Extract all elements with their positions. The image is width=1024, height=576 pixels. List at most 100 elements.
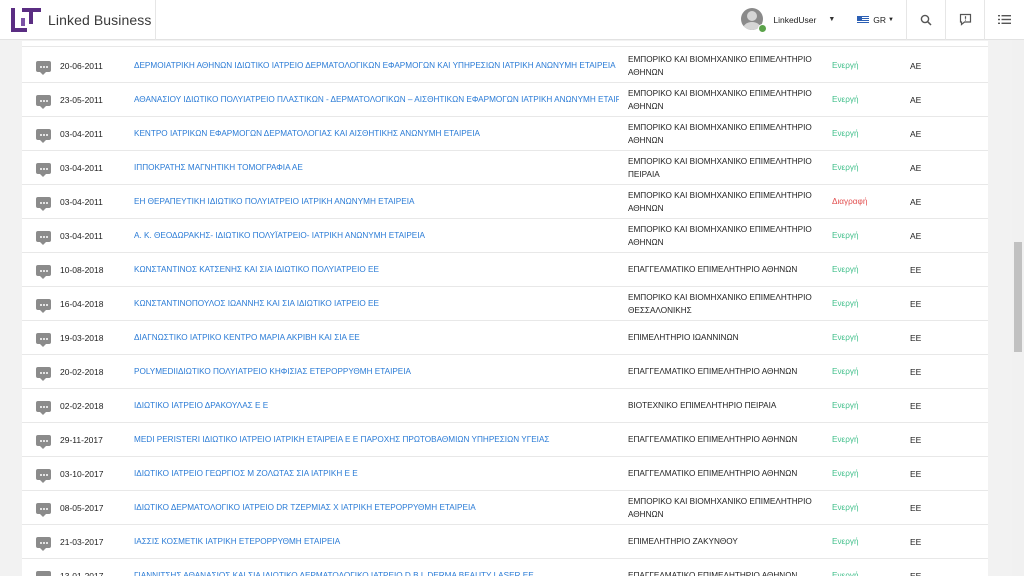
registration-date: 20-02-2018 [60,367,104,377]
status-badge: Ενεργή [832,299,859,308]
table-row: 03-10-2017 ΙΔΙΩΤΙΚΟ ΙΑΤΡΕΙΟ ΓΕΩΡΓΙΟΣ Μ ΖΟ… [22,457,988,491]
company-type: ΕΕ [910,367,922,377]
company-name-link[interactable]: ΔΕΡΜΟΙΑΤΡΙΚΗ ΑΘΗΝΩΝ ΙΔΙΩΤΙΚΟ ΙΑΤΡΕΙΟ ΔΕΡ… [134,49,619,83]
company-name-link[interactable]: ΕΗ ΘΕΡΑΠΕΥΤΙΚΗ ΙΔΙΩΤΙΚΟ ΠΟΛΥΙΑΤΡΕΙΟ ΙΑΤΡ… [134,185,619,219]
chamber-name: ΕΜΠΟΡΙΚΟ ΚΑΙ ΒΙΟΜΗΧΑΝΙΚΟ ΕΠΙΜΕΛΗΤΗΡΙΟ ΠΕ… [628,156,812,180]
company-name-link[interactable]: ΙΔΙΩΤΙΚΟ ΙΑΤΡΕΙΟ ΓΕΩΡΓΙΟΣ Μ ΖΟΛΩΤΑΣ ΣΙΑ … [134,457,619,491]
chamber-name: ΕΜΠΟΡΙΚΟ ΚΑΙ ΒΙΟΜΗΧΑΝΙΚΟ ΕΠΙΜΕΛΗΤΗΡΙΟ ΑΘ… [628,54,812,78]
table-row: 29-11-2017 MEDI PERISTERI ΙΔΙΩΤΙΚΟ ΙΑΤΡΕΙ… [22,423,988,457]
company-name-link[interactable]: ΙΔΙΩΤΙΚΟ ΙΑΤΡΕΙΟ ΔΡΑΚΟΥΛΑΣ Ε Ε [134,389,619,423]
comment-icon[interactable] [36,61,51,75]
status-badge: Ενεργή [832,129,859,138]
registration-date: 03-10-2017 [60,469,104,479]
chamber-name: ΕΜΠΟΡΙΚΟ ΚΑΙ ΒΙΟΜΗΧΑΝΙΚΟ ΕΠΙΜΕΛΗΤΗΡΙΟ ΑΘ… [628,122,812,146]
company-name-link[interactable]: Α. Κ. ΘΕΟΔΩΡΑΚΗΣ- ΙΔΙΩΤΙΚΟ ΠΟΛΥΪΑΤΡΕΙΟ- … [134,219,619,253]
table-row: 03-04-2011 ΙΠΠΟΚΡΑΤΗΣ ΜΑΓΝΗΤΙΚΗ ΤΟΜΟΓΡΑΦΙ… [22,151,988,185]
chamber-name: ΕΜΠΟΡΙΚΟ ΚΑΙ ΒΙΟΜΗΧΑΝΙΚΟ ΕΠΙΜΕΛΗΤΗΡΙΟ ΑΘ… [628,496,812,520]
comment-icon[interactable] [36,503,51,517]
company-name-link[interactable]: ΚΩΝΣΤΑΝΤΙΝΟΣ ΚΑΤΣΕΝΗΣ ΚΑΙ ΣΙΑ ΙΔΙΩΤΙΚΟ Π… [134,253,619,287]
app-name: Linked Business [48,11,152,28]
company-type: ΕΕ [910,265,922,275]
registration-date: 13-01-2017 [60,571,104,576]
search-button[interactable] [907,0,946,40]
registration-date: 03-04-2011 [60,163,103,173]
language-selector[interactable]: GR ▼ [847,0,907,40]
user-menu[interactable]: LinkedUser ▼ [741,0,847,40]
company-name-link[interactable]: POLYMEDIΙΔΙΩΤΙΚΟ ΠΟΛΥΙΑΤΡΕΙΟ ΚΗΦΙΣΙΑΣ ΕΤ… [134,355,619,389]
comment-icon[interactable] [36,435,51,449]
chamber-name: ΕΠΑΓΓΕΛΜΑΤΙΚΟ ΕΠΙΜΕΛΗΤΗΡΙΟ ΑΘΗΝΩΝ [628,367,798,377]
comment-icon[interactable] [36,299,51,313]
registration-date: 16-04-2018 [60,299,104,309]
company-name-link[interactable]: ΔΙΑΓΝΩΣΤΙΚΟ ΙΑΤΡΙΚΟ ΚΕΝΤΡΟ ΜΑΡΙΑ ΑΚΡΙΒΗ … [134,321,619,355]
company-name-link[interactable]: ΙΠΠΟΚΡΑΤΗΣ ΜΑΓΝΗΤΙΚΗ ΤΟΜΟΓΡΑΦΙΑ ΑΕ [134,151,619,185]
status-badge: Ενεργή [832,95,859,104]
status-badge: Ενεργή [832,435,859,444]
search-icon [920,14,932,26]
comment-icon[interactable] [36,265,51,279]
table-row: 03-04-2011 ΕΗ ΘΕΡΑΠΕΥΤΙΚΗ ΙΔΙΩΤΙΚΟ ΠΟΛΥΙΑ… [22,185,988,219]
registration-date: 03-04-2011 [60,231,103,241]
registration-date: 21-03-2017 [60,537,104,547]
registration-date: 19-03-2018 [60,333,104,343]
company-type: ΑΕ [910,95,922,105]
table-row: 03-04-2011 Α. Κ. ΘΕΟΔΩΡΑΚΗΣ- ΙΔΙΩΤΙΚΟ ΠΟΛ… [22,219,988,253]
company-name-link[interactable]: ΙΔΙΩΤΙΚΟ ΔΕΡΜΑΤΟΛΟΓΙΚΟ ΙΑΤΡΕΙΟ DR ΤΖΕΡΜΙ… [134,491,619,525]
registration-date: 08-05-2017 [60,503,104,513]
comment-icon[interactable] [36,197,51,211]
scrollbar-thumb[interactable] [1014,242,1022,352]
table-row: 21-03-2017 ΙΑΣΣΙΣ ΚΟΣΜΕΤΙΚ ΙΑΤΡΙΚΗ ΕΤΕΡΟΡ… [22,525,988,559]
chamber-name: ΕΠΙΜΕΛΗΤΗΡΙΟ ΖΑΚΥΝΘΟΥ [628,537,738,547]
comment-icon[interactable] [36,571,51,576]
avatar [741,7,768,33]
status-badge: Ενεργή [832,163,859,172]
company-name-link[interactable]: ΙΑΣΣΙΣ ΚΟΣΜΕΤΙΚ ΙΑΤΡΙΚΗ ΕΤΕΡΟΡΡΥΘΜΗ ΕΤΑΙ… [134,525,619,559]
company-name-link[interactable]: ΑΘΑΝΑΣΙΟΥ ΙΔΙΩΤΙΚΟ ΠΟΛΥΙΑΤΡΕΙΟ ΠΛΑΣΤΙΚΩΝ… [134,83,619,117]
company-type: ΕΕ [910,537,922,547]
table-row: 23-05-2011 ΑΘΑΝΑΣΙΟΥ ΙΔΙΩΤΙΚΟ ΠΟΛΥΙΑΤΡΕΙΟ… [22,83,988,117]
company-type: ΑΕ [910,163,922,173]
company-type: ΕΕ [910,469,922,479]
status-badge: Ενεργή [832,265,859,274]
chamber-name: ΕΜΠΟΡΙΚΟ ΚΑΙ ΒΙΟΜΗΧΑΝΙΚΟ ΕΠΙΜΕΛΗΤΗΡΙΟ ΑΘ… [628,88,812,112]
status-badge: Διαγραφή [832,197,868,206]
registration-date: 20-06-2011 [60,61,103,71]
company-name-link[interactable]: MEDI PERISTERI ΙΔΙΩΤΙΚΟ ΙΑΤΡΕΙΟ ΙΑΤΡΙΚΗ … [134,423,619,457]
table-row: 13-01-2017 ΓΙΑΝΝΙΤΣΗΣ ΑΘΑΝΑΣΙΟΣ ΚΑΙ ΣΙΑ Ι… [22,559,988,576]
user-name: LinkedUser [773,14,817,25]
comment-icon[interactable] [36,333,51,347]
comment-icon[interactable] [36,401,51,415]
comment-icon[interactable] [36,95,51,109]
logo-mark-icon [11,7,41,32]
registration-date: 03-04-2011 [60,197,103,207]
table-row: 16-04-2018 ΚΩΝΣΤΑΝΤΙΝΟΠΟΥΛΟΣ ΙΩΑΝΝΗΣ ΚΑΙ … [22,287,988,321]
comment-icon[interactable] [36,163,51,177]
company-name-link[interactable]: ΚΕΝΤΡΟ ΙΑΤΡΙΚΩΝ ΕΦΑΡΜΟΓΩΝ ΔΕΡΜΑΤΟΛΟΓΙΑΣ … [134,117,619,151]
company-type: ΑΕ [910,231,922,241]
comment-icon[interactable] [36,367,51,381]
status-badge: Ενεργή [832,571,859,576]
company-type: ΕΕ [910,333,922,343]
company-type: ΑΕ [910,197,922,207]
status-badge: Ενεργή [832,367,859,376]
comment-icon[interactable] [36,537,51,551]
company-name-link[interactable]: ΚΩΝΣΤΑΝΤΙΝΟΠΟΥΛΟΣ ΙΩΑΝΝΗΣ ΚΑΙ ΣΙΑ ΙΔΙΩΤΙ… [134,287,619,321]
table-row-partial [22,41,988,47]
registration-date: 29-11-2017 [60,435,103,445]
table-row: 03-04-2011 ΚΕΝΤΡΟ ΙΑΤΡΙΚΩΝ ΕΦΑΡΜΟΓΩΝ ΔΕΡΜ… [22,117,988,151]
scrollbar[interactable] [1012,40,1024,576]
chamber-name: ΒΙΟΤΕΧΝΙΚΟ ΕΠΙΜΕΛΗΤΗΡΙΟ ΠΕΙΡΑΙΑ [628,401,777,411]
comment-icon[interactable] [36,129,51,143]
registration-date: 02-02-2018 [60,401,104,411]
comment-icon[interactable] [36,231,51,245]
chevron-down-icon: ▼ [828,16,836,23]
chamber-name: ΕΠΙΜΕΛΗΤΗΡΙΟ ΙΩΑΝΝΙΝΩΝ [628,333,739,343]
registration-date: 03-04-2011 [60,129,103,139]
comment-icon[interactable] [36,469,51,483]
logo[interactable]: Linked Business [0,0,156,40]
feedback-button[interactable] [946,0,985,40]
company-name-link[interactable]: ΓΙΑΝΝΙΤΣΗΣ ΑΘΑΝΑΣΙΟΣ ΚΑΙ ΣΙΑ ΙΔΙΩΤΙΚΟ ΔΕ… [134,559,619,576]
status-badge: Ενεργή [832,503,859,512]
menu-button[interactable] [985,0,1024,40]
company-type: ΕΕ [910,401,922,411]
